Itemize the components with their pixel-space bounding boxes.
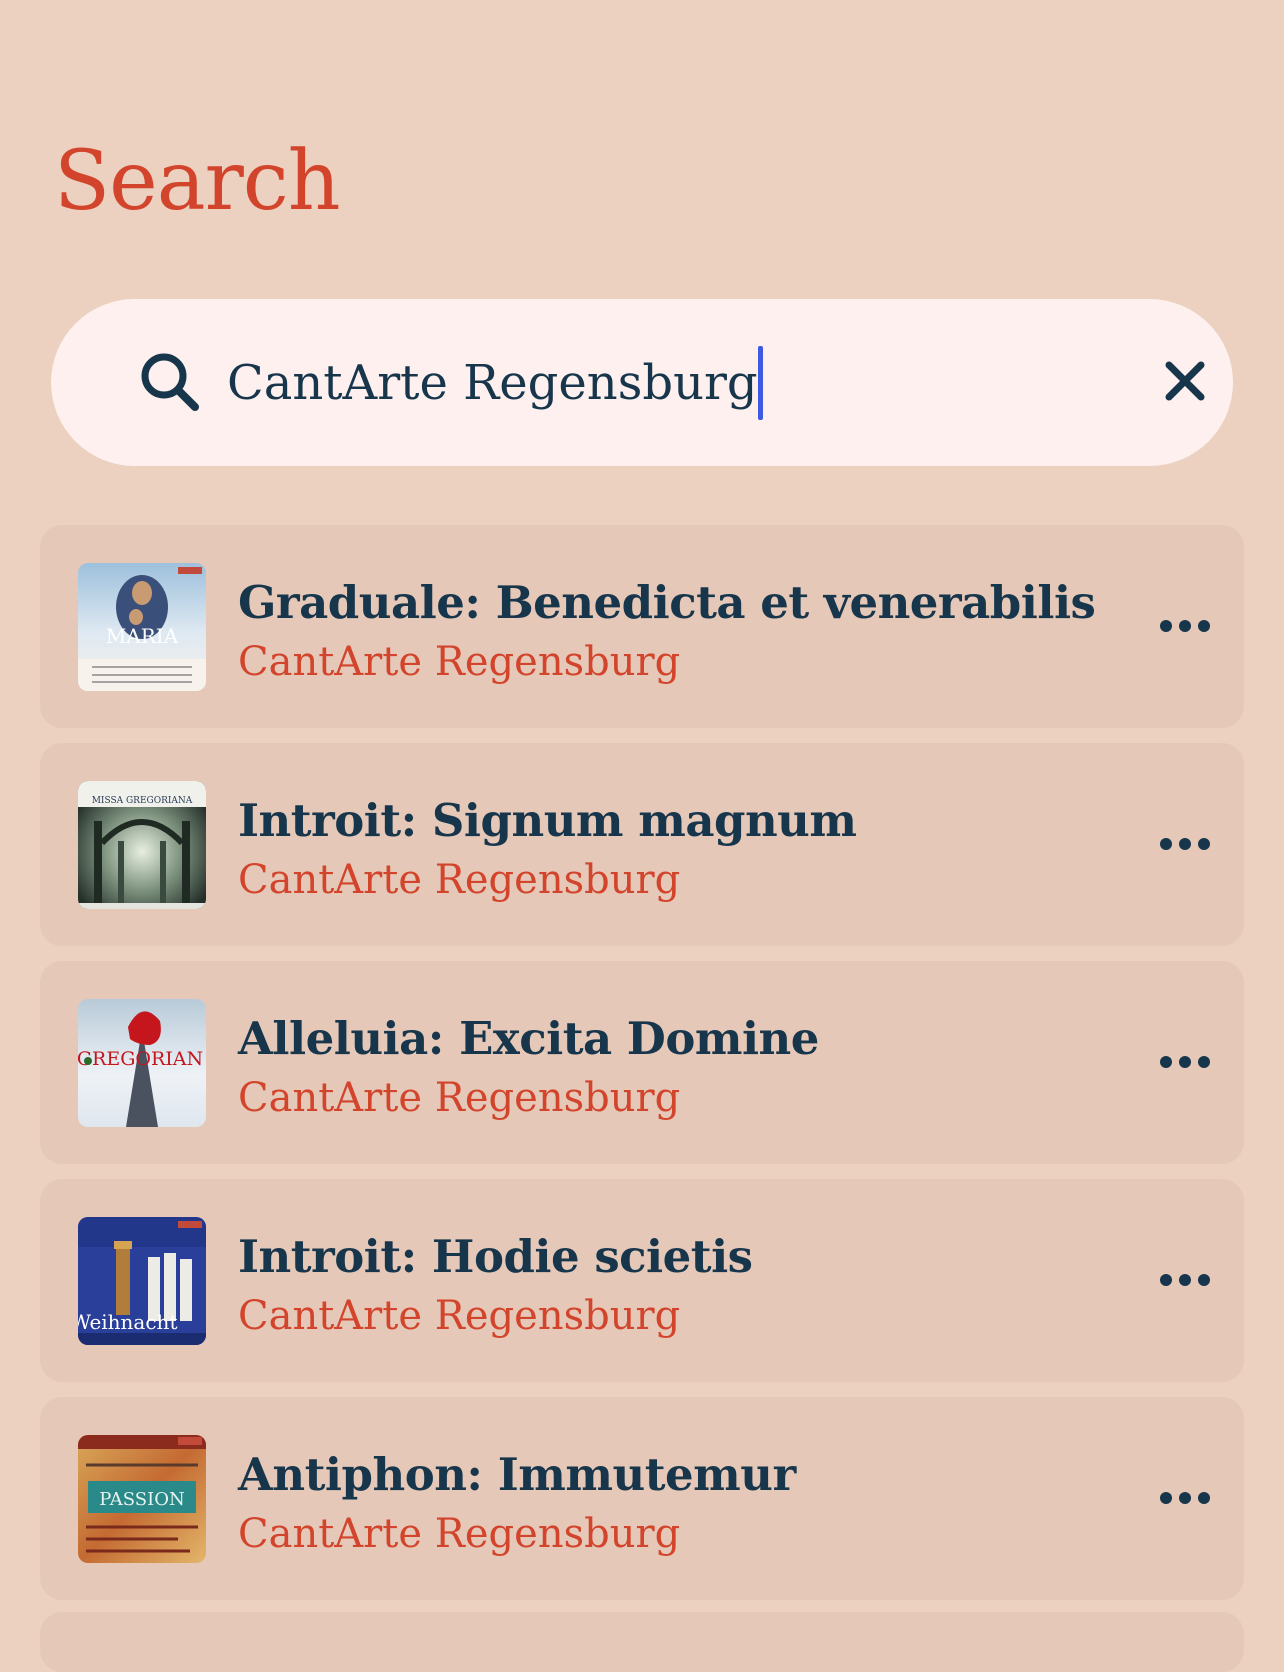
close-icon: [1165, 361, 1205, 405]
cover-text: MISSA GREGORIANA: [92, 796, 193, 806]
clear-search-button[interactable]: [1153, 351, 1217, 415]
result-item[interactable]: MARIA Graduale: Benedicta et venerabilis…: [40, 525, 1244, 728]
more-options-button[interactable]: [1150, 1041, 1220, 1085]
track-title: Introit: Hodie scietis: [238, 1230, 753, 1283]
more-options-button[interactable]: [1150, 1477, 1220, 1521]
track-title: Alleluia: Excita Domine: [238, 1012, 819, 1065]
track-artist[interactable]: CantArte Regensburg: [238, 635, 680, 689]
result-item[interactable]: Weihnacht Introit: Hodie scietis CantArt…: [40, 1179, 1244, 1382]
more-options-button[interactable]: [1150, 1259, 1220, 1303]
result-item-partial[interactable]: [40, 1612, 1244, 1672]
more-options-button[interactable]: [1150, 605, 1220, 649]
result-item[interactable]: MISSA GREGORIANA Introit: Signum magnum …: [40, 743, 1244, 946]
result-item[interactable]: PASSION Antiphon: Immutemur CantArte Reg…: [40, 1397, 1244, 1600]
search-bar[interactable]: CantArte Regensburg: [51, 299, 1233, 466]
text-caret: [757, 346, 763, 420]
album-cover: MARIA: [78, 563, 206, 691]
more-horizontal-icon: [1159, 1054, 1211, 1073]
more-horizontal-icon: [1159, 618, 1211, 637]
album-cover: MISSA GREGORIANA: [78, 781, 206, 909]
search-input-value: CantArte Regensburg: [227, 355, 758, 411]
search-input[interactable]: CantArte Regensburg: [227, 345, 763, 421]
track-artist[interactable]: CantArte Regensburg: [238, 1507, 680, 1561]
page-title: Search: [54, 134, 341, 229]
track-artist[interactable]: CantArte Regensburg: [238, 1289, 680, 1343]
cover-text: MARIA: [106, 624, 179, 648]
cover-text: PASSION: [99, 1489, 184, 1510]
result-item[interactable]: GREGORIAN Alleluia: Excita Domine CantAr…: [40, 961, 1244, 1164]
more-horizontal-icon: [1159, 836, 1211, 855]
album-cover: GREGORIAN: [78, 999, 206, 1127]
track-title: Graduale: Benedicta et venerabilis: [238, 576, 1096, 629]
cover-text: GREGORIAN: [78, 1048, 203, 1070]
results-list: MARIA Graduale: Benedicta et venerabilis…: [40, 525, 1244, 1615]
track-artist[interactable]: CantArte Regensburg: [238, 1071, 680, 1125]
track-artist[interactable]: CantArte Regensburg: [238, 853, 680, 907]
more-horizontal-icon: [1159, 1490, 1211, 1509]
more-options-button[interactable]: [1150, 823, 1220, 867]
more-horizontal-icon: [1159, 1272, 1211, 1291]
search-icon: [137, 349, 203, 415]
album-cover: Weihnacht: [78, 1217, 206, 1345]
album-cover: PASSION: [78, 1435, 206, 1563]
cover-text: Weihnacht: [78, 1310, 177, 1334]
track-title: Antiphon: Immutemur: [238, 1448, 796, 1501]
track-title: Introit: Signum magnum: [238, 794, 857, 847]
